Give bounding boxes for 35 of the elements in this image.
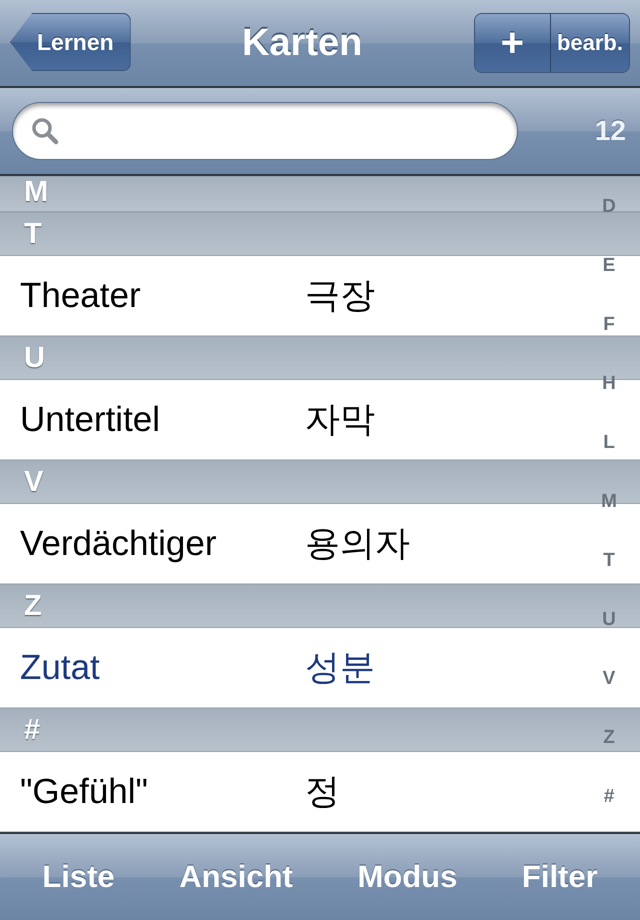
index-letter[interactable]: F	[603, 314, 615, 336]
term-text: Verdächtiger	[20, 524, 218, 564]
section-letter: Z	[24, 590, 42, 622]
edit-button[interactable]: bearb.	[550, 14, 629, 72]
index-letter[interactable]: T	[603, 550, 615, 572]
term-text: Untertitel	[20, 400, 162, 440]
section-letter: V	[24, 466, 44, 498]
translation-text: 자막	[305, 399, 375, 441]
translation-text: 성분	[305, 647, 375, 689]
index-letter[interactable]: L	[603, 432, 615, 454]
nav-title: Karten	[242, 22, 362, 64]
toolbar-button[interactable]: Ansicht	[175, 859, 297, 895]
translation-text: 용의자	[305, 523, 410, 565]
section-letter: U	[24, 342, 45, 374]
back-button[interactable]: Lernen	[10, 13, 131, 71]
term-text: "Gefühl"	[20, 772, 149, 812]
translation-text: 극장	[305, 275, 375, 317]
section-letter: M	[24, 176, 48, 209]
index-letter[interactable]: V	[602, 668, 616, 690]
term-text: Theater	[20, 276, 142, 316]
add-button[interactable]: +	[474, 14, 550, 72]
section-letter: T	[24, 218, 42, 250]
toolbar-button[interactable]: Filter	[518, 859, 602, 895]
toolbar-button[interactable]: Modus	[353, 859, 462, 895]
toolbar-button[interactable]: Liste	[38, 859, 119, 895]
section-letter: #	[24, 714, 40, 746]
term-text: Zutat	[20, 648, 101, 688]
index-letter[interactable]: D	[602, 196, 616, 218]
index-letter[interactable]: #	[604, 786, 614, 808]
index-letter[interactable]: U	[602, 609, 616, 631]
card-count: 12	[594, 115, 627, 147]
index-letter[interactable]: E	[602, 255, 616, 277]
search-icon	[31, 117, 59, 145]
translation-text: 정	[305, 771, 340, 813]
index-letter[interactable]: Z	[603, 727, 615, 749]
